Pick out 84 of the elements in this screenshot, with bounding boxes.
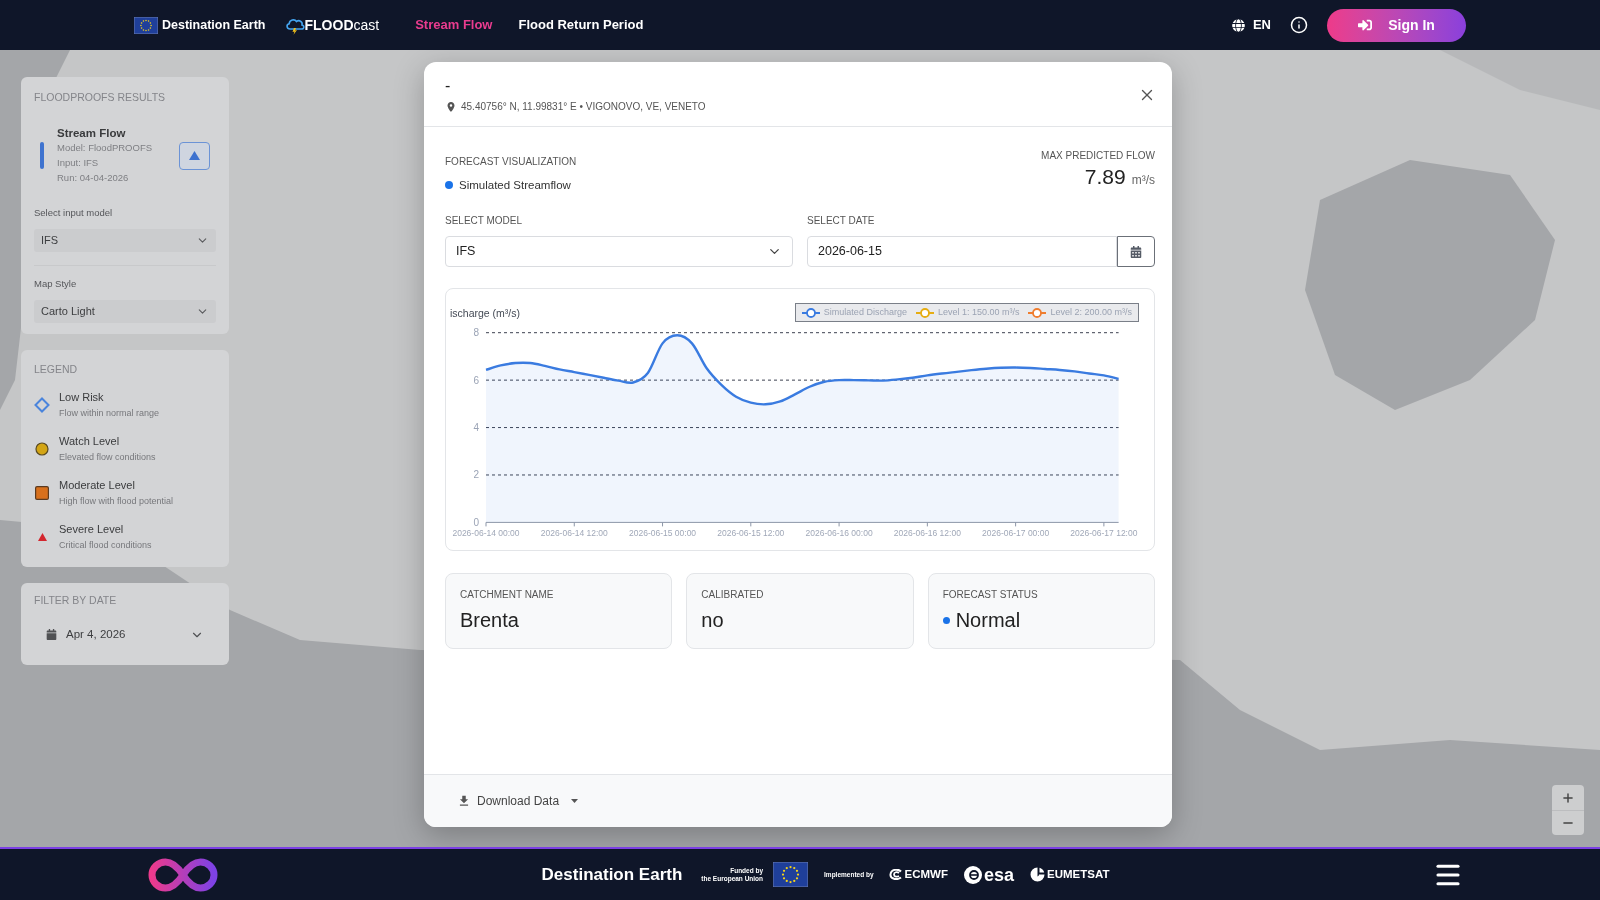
card-label: CALIBRATED <box>701 588 765 602</box>
pie-logo-icon <box>1030 867 1046 882</box>
tick-label: 0 <box>473 516 479 528</box>
tick-label: 2026-06-17 00:00 <box>982 528 1050 538</box>
legend-description: Critical flood conditions <box>59 539 152 551</box>
tick-label: 2026-06-16 00:00 <box>805 528 873 538</box>
legend-label: Watch Level <box>59 434 121 448</box>
nav-tab[interactable]: Stream Flow <box>415 15 493 35</box>
globe-icon[interactable] <box>1231 18 1245 32</box>
dropdown-select[interactable]: IFS <box>34 229 216 252</box>
result-title: Stream Flow <box>57 126 127 140</box>
flow-unit: m³/s <box>1131 172 1155 189</box>
partner-logo-text: EUMETSAT <box>1047 866 1110 882</box>
result-detail: Input: IFS <box>57 156 100 170</box>
double-c-logo-icon <box>888 869 903 880</box>
card-value: no <box>701 608 724 633</box>
footer-title: Destination Earth <box>541 863 683 886</box>
eu-flag-icon <box>134 16 158 34</box>
tick-label: 2026-06-15 12:00 <box>717 528 785 538</box>
tick-label: 2026-06-14 12:00 <box>540 528 608 538</box>
download-icon <box>457 794 471 808</box>
series-dot-icon <box>445 181 453 189</box>
field-label: SELECT MODEL <box>445 214 524 228</box>
legend-label: Level 2: 200.00 m³/s <box>1050 305 1132 319</box>
legend-label: Severe Level <box>59 522 125 536</box>
section-label: MAX PREDICTED FLOW <box>1041 149 1155 163</box>
location-pin-icon <box>445 101 457 113</box>
field-label: SELECT DATE <box>807 214 876 228</box>
card-label: CATCHMENT NAME <box>460 588 555 602</box>
date-input-field[interactable]: 2026-06-15 <box>807 236 1117 267</box>
legend-label: Simulated Discharge <box>823 305 907 319</box>
tick-label: 2026-06-16 12:00 <box>893 528 961 538</box>
card-value: Normal <box>955 608 1021 633</box>
field-label: Map Style <box>34 278 78 290</box>
calendar-button[interactable] <box>1117 236 1155 267</box>
axis-label: ischarge (m³/s) <box>450 307 520 319</box>
sign-in-icon <box>1358 18 1373 32</box>
language-button[interactable]: EN <box>1252 15 1271 35</box>
date-select[interactable]: Apr 4, 2026 <box>34 618 216 651</box>
section-label: FORECAST VISUALIZATION <box>445 155 577 169</box>
legend-label: Moderate Level <box>59 478 136 492</box>
caret-icon <box>571 799 579 803</box>
model-select[interactable]: IFS <box>445 236 793 267</box>
info-icon[interactable] <box>1290 16 1308 34</box>
location-text: 45.40756° N, 11.99831° E • VIGONOVO, VE, VENETO <box>461 100 706 114</box>
legend-description: Elevated flow conditions <box>59 451 156 463</box>
tick-label: 4 <box>473 422 479 434</box>
brand-name: Destination Earth <box>162 16 266 34</box>
app-logo-text: FLOODcast <box>304 15 380 35</box>
tick-label: 8 <box>473 327 479 339</box>
result-detail: Run: 04-04-2026 <box>57 171 130 185</box>
legend-description: High flow with flood potential <box>59 495 174 507</box>
calendar-icon <box>1130 245 1142 258</box>
tick-label: 2026-06-17 12:00 <box>1070 528 1138 538</box>
tick-label: 6 <box>473 374 479 386</box>
legend-description: Flow within normal range <box>59 407 160 419</box>
card-label: FORECAST STATUS <box>942 588 1039 602</box>
triangle-icon <box>189 151 200 160</box>
series-name: Simulated Streamflow <box>459 178 571 193</box>
plus-icon <box>1561 790 1575 805</box>
panel-title: FILTER BY DATE <box>34 593 118 607</box>
circle-logo-icon <box>964 865 982 884</box>
download-button[interactable]: Download Data <box>453 788 583 814</box>
field-label: Select input model <box>34 207 114 219</box>
tick-label: 2026-06-15 00:00 <box>629 528 697 538</box>
legend-label: Level 1: 150.00 m³/s <box>937 305 1020 319</box>
nav-tab[interactable]: Flood Return Period <box>518 15 644 35</box>
legend-label: Low Risk <box>59 390 105 404</box>
panel-title: LEGEND <box>34 362 79 376</box>
max-flow-value: 7.89 <box>1084 164 1126 190</box>
panel-title: FLOODPROOFS RESULTS <box>34 90 167 104</box>
tick-label: 2 <box>473 469 479 481</box>
infinity-logo-icon <box>148 857 218 892</box>
dropdown-select[interactable]: Carto Light <box>34 300 216 323</box>
calendar-icon <box>46 629 57 640</box>
card-value: Brenta <box>460 608 519 633</box>
tick-label: 2026-06-14 00:00 <box>452 528 520 538</box>
dialog-title: - <box>445 76 452 96</box>
toggle-button[interactable] <box>179 141 210 170</box>
sign-in-button[interactable]: Sign In <box>1327 8 1466 42</box>
partner-logo-text: esa <box>984 864 1015 885</box>
result-detail: Model: FloodPROOFS <box>57 141 154 155</box>
partner-logo-text: ECMWF <box>904 866 948 882</box>
eu-flag-icon <box>773 862 809 887</box>
